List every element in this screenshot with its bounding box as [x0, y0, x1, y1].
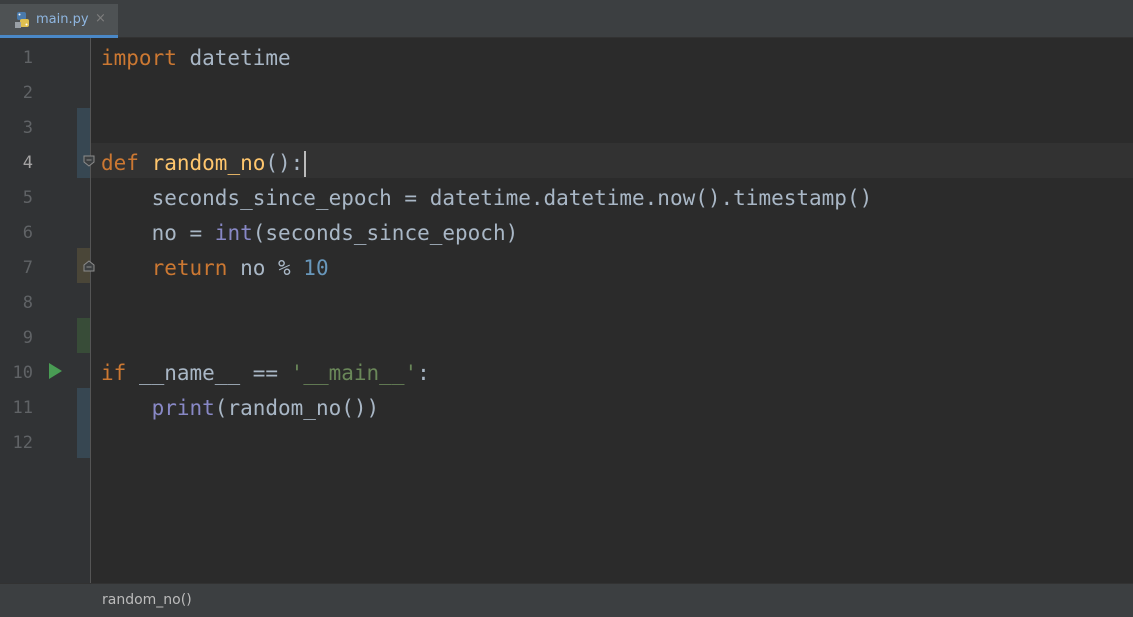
code-text: datetime — [176, 46, 291, 70]
tab-main-py[interactable]: main.py × — [0, 4, 118, 38]
keyword: if — [101, 361, 127, 385]
gutter-divider — [90, 38, 91, 583]
code-text: seconds_since_epoch = datetime.datetime.… — [101, 186, 873, 210]
breadcrumb-item-random-no[interactable]: random_no() — [102, 592, 192, 608]
code-editor[interactable]: 1 2 3 4 5 6 7 8 9 10 11 12 import dateti… — [0, 38, 1133, 583]
line-number: 8 — [22, 293, 33, 313]
fold-collapse-icon[interactable] — [82, 154, 96, 168]
line-number: 12 — [12, 433, 33, 453]
line-number-current: 4 — [22, 153, 33, 173]
code-line-11: print(random_no()) — [101, 391, 380, 426]
builtin: int — [214, 221, 253, 245]
number-literal: 10 — [303, 256, 329, 280]
line-number: 6 — [22, 223, 33, 243]
keyword: import — [101, 46, 177, 70]
run-icon[interactable] — [47, 362, 63, 380]
line-number: 2 — [22, 83, 33, 103]
code-text: (seconds_since_epoch) — [252, 221, 519, 245]
editor-tab-bar: main.py × — [0, 0, 1133, 38]
code-line-1: import datetime — [101, 41, 291, 76]
ide-window: main.py × 1 2 3 4 5 6 7 8 9 10 11 12 imp… — [0, 0, 1133, 617]
vcs-modified-marker[interactable] — [77, 388, 90, 458]
code-line-4: def random_no(): — [101, 146, 307, 181]
code-text: no % — [227, 256, 304, 280]
line-number: 7 — [22, 258, 33, 278]
string-literal: '__main__' — [290, 361, 418, 385]
code-line-5: seconds_since_epoch = datetime.datetime.… — [101, 181, 873, 216]
line-number: 11 — [12, 398, 33, 418]
builtin: print — [151, 396, 215, 420]
code-line-7: return no % 10 — [101, 251, 329, 286]
code-text: (): — [265, 151, 304, 175]
vcs-added-marker[interactable] — [77, 318, 90, 353]
line-number: 3 — [22, 118, 33, 138]
close-icon[interactable]: × — [95, 11, 106, 26]
code-text: (random_no()) — [214, 396, 380, 420]
code-text: __name__ == — [126, 361, 291, 385]
line-number: 5 — [22, 188, 33, 208]
function-name: random_no — [151, 151, 266, 175]
python-file-icon — [15, 12, 29, 28]
keyword: def — [101, 151, 139, 175]
tab-label: main.py — [36, 12, 89, 27]
code-line-10: if __name__ == '__main__': — [101, 356, 430, 391]
line-number: 1 — [22, 48, 33, 68]
code-line-6: no = int(seconds_since_epoch) — [101, 216, 519, 251]
fold-end-icon[interactable] — [82, 259, 96, 273]
code-text: no = — [101, 221, 215, 245]
code-text: : — [417, 361, 430, 385]
line-number: 9 — [22, 328, 33, 348]
text-caret — [304, 151, 307, 177]
keyword: return — [151, 256, 228, 280]
line-number: 10 — [12, 363, 33, 383]
breadcrumb: random_no() — [0, 583, 1133, 617]
